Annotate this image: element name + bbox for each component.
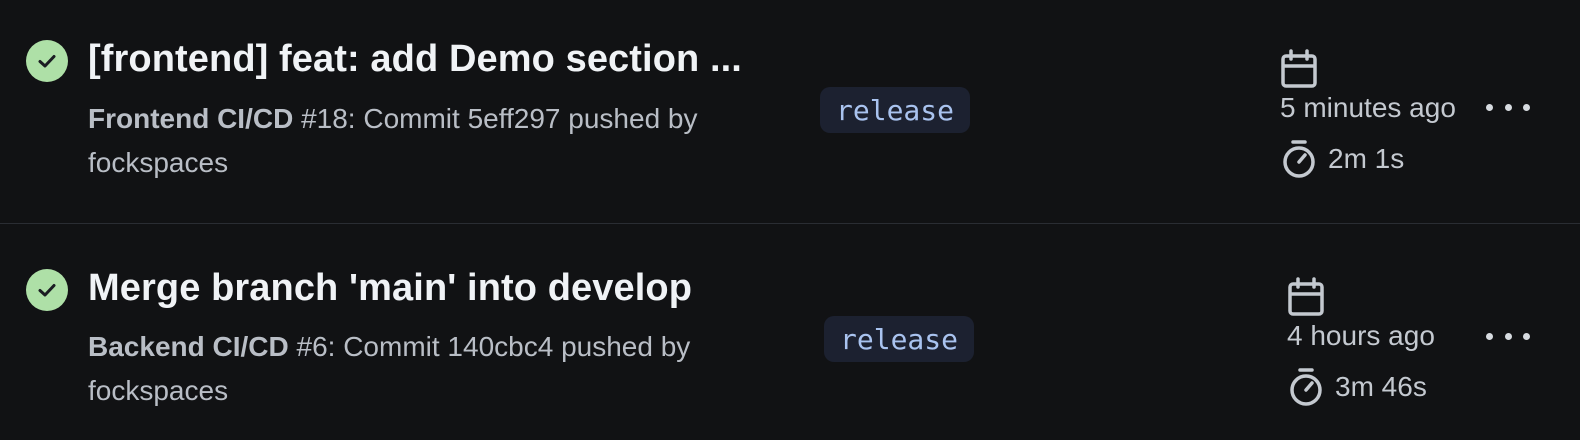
branch-label[interactable]: release xyxy=(820,87,971,133)
menu-dot xyxy=(1486,103,1493,111)
run-duration: 2m 1s xyxy=(1328,143,1405,174)
run-duration-row: 2m 1s xyxy=(1280,138,1456,180)
run-menu-button[interactable] xyxy=(1486,324,1530,348)
workflow-run-row: Merge branch 'main' into develop Backend… xyxy=(0,224,1580,440)
workflow-runs-list: [frontend] feat: add Demo section ... Fr… xyxy=(0,0,1580,440)
stopwatch-icon xyxy=(1283,140,1315,178)
stopwatch-icon xyxy=(1290,368,1322,406)
run-menu-button[interactable] xyxy=(1486,95,1530,119)
calendar-icon xyxy=(1288,277,1324,316)
run-duration: 3m 46s xyxy=(1335,371,1427,402)
menu-dot xyxy=(1504,332,1512,340)
workflow-name: Frontend CI/CD xyxy=(88,103,294,134)
menu-dot xyxy=(1504,103,1512,111)
menu-dot xyxy=(1523,103,1530,111)
run-duration-row: 3m 46s xyxy=(1287,366,1435,408)
success-check-icon xyxy=(26,269,68,311)
run-meta: Backend CI/CD #6: Commit 140cbc4 pushed … xyxy=(88,325,788,413)
workflow-name: Backend CI/CD xyxy=(88,331,289,362)
run-timing: 5 minutes ago 2m 1s xyxy=(1280,48,1456,180)
run-time-ago: 4 hours ago xyxy=(1287,320,1435,351)
menu-dot xyxy=(1486,332,1493,340)
run-title-link[interactable]: [frontend] feat: add Demo section ... xyxy=(88,38,742,81)
branch-label[interactable]: release xyxy=(824,316,975,362)
run-meta: Frontend CI/CD #18: Commit 5eff297 pushe… xyxy=(88,97,788,185)
menu-dot xyxy=(1523,332,1530,340)
calendar-icon xyxy=(1281,49,1317,88)
run-time-ago: 5 minutes ago xyxy=(1280,92,1456,123)
run-timing: 4 hours ago 3m 46s xyxy=(1287,276,1435,408)
success-check-icon xyxy=(26,40,68,82)
workflow-run-row: [frontend] feat: add Demo section ... Fr… xyxy=(0,0,1580,224)
run-title-link[interactable]: Merge branch 'main' into develop xyxy=(88,267,692,310)
